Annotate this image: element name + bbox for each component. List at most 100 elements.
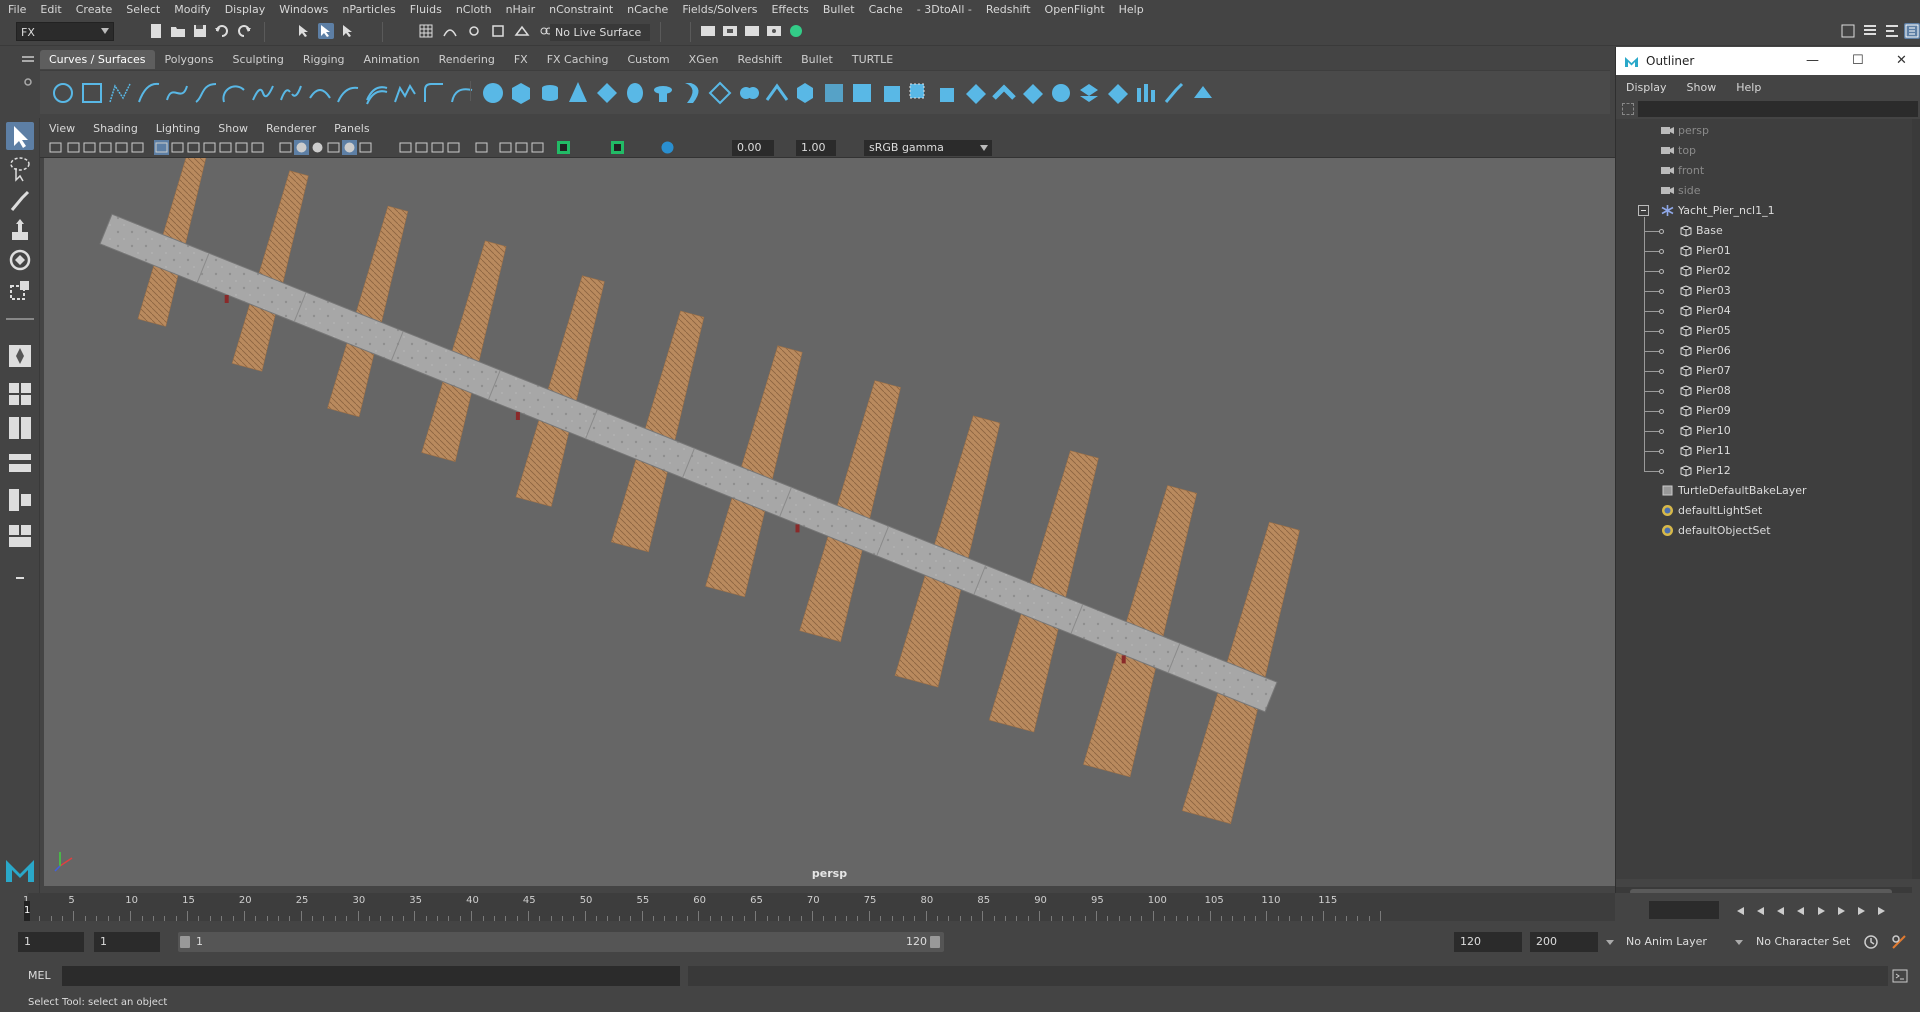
menu-item[interactable]: OpenFlight <box>1038 3 1112 16</box>
viewport-menu-item[interactable]: Shading <box>84 122 147 135</box>
scale-tool-icon[interactable] <box>6 276 34 304</box>
shelf-tab[interactable]: XGen <box>679 50 728 69</box>
outliner-item[interactable]: Pier04 <box>1616 301 1912 321</box>
nurbs-square-icon[interactable] <box>79 80 105 106</box>
outliner-item[interactable]: side <box>1616 181 1912 201</box>
nurbs-cube-icon[interactable] <box>508 80 534 106</box>
shelf-tab[interactable]: Sculpting <box>223 50 293 69</box>
minimize-icon[interactable]: — <box>1806 53 1819 68</box>
new-scene-icon[interactable] <box>148 23 164 39</box>
shelf-tab[interactable]: Custom <box>618 50 679 69</box>
textured-icon[interactable] <box>326 140 341 155</box>
offset-curve-icon[interactable] <box>364 80 390 106</box>
chevron-down-icon[interactable] <box>1735 940 1743 945</box>
menu-item[interactable]: Cache <box>862 3 910 16</box>
outliner-menu-item[interactable]: Help <box>1726 81 1771 94</box>
gamma-field[interactable]: 1.00 <box>796 140 836 156</box>
viewport-menu-item[interactable]: Renderer <box>257 122 325 135</box>
project-curve-icon[interactable] <box>878 80 904 106</box>
planar-icon[interactable] <box>707 80 733 106</box>
open-scene-icon[interactable] <box>170 23 186 39</box>
detach-curves-icon[interactable] <box>278 80 304 106</box>
color-management-icon[interactable] <box>660 140 675 155</box>
menu-item[interactable]: Fields/Solvers <box>675 3 764 16</box>
modeling-toolkit-icon[interactable] <box>1840 23 1856 39</box>
attribute-editor-icon[interactable] <box>1862 23 1878 39</box>
screen-space-ao-icon[interactable] <box>398 140 413 155</box>
paint-select-icon[interactable] <box>6 186 34 214</box>
intersect-icon[interactable] <box>906 80 932 106</box>
exposure-toggle-icon[interactable] <box>556 140 571 155</box>
anim-layer-dropdown[interactable]: No Anim Layer <box>1620 932 1738 952</box>
nurbs-circle-icon[interactable] <box>50 80 76 106</box>
shelf-tab[interactable]: Bullet <box>792 50 842 69</box>
cleat-marker[interactable] <box>224 295 229 303</box>
insert-isoparm-icon[interactable] <box>1020 80 1046 106</box>
cv-curve-icon[interactable] <box>107 80 133 106</box>
fillet-curve-icon[interactable] <box>421 80 447 106</box>
outliner-item[interactable]: Pier11 <box>1616 441 1912 461</box>
outliner-item[interactable]: Pier09 <box>1616 401 1912 421</box>
extend-curve-icon[interactable] <box>335 80 361 106</box>
script-editor-icon[interactable] <box>1892 968 1908 984</box>
menu-item[interactable]: Effects <box>764 3 815 16</box>
ep-curve-icon[interactable] <box>136 80 162 106</box>
command-language-label[interactable]: MEL <box>28 969 51 982</box>
move-tool-icon[interactable] <box>6 216 34 244</box>
outliner-vertical-scrollbar[interactable] <box>1912 119 1920 879</box>
snap-grid-icon[interactable] <box>418 23 434 39</box>
preferences-icon[interactable] <box>1890 933 1908 951</box>
cleat-marker[interactable] <box>515 412 520 420</box>
shelf-tab[interactable]: Rendering <box>429 50 504 69</box>
outliner-item[interactable]: defaultObjectSet <box>1616 521 1912 541</box>
menu-item[interactable]: Modify <box>167 3 217 16</box>
menu-item[interactable]: Redshift <box>979 3 1038 16</box>
gamma-toggle-icon[interactable] <box>610 140 625 155</box>
render-settings-icon[interactable] <box>766 23 782 39</box>
outliner-item[interactable]: Pier10 <box>1616 421 1912 441</box>
cleat-marker[interactable] <box>795 524 800 533</box>
live-surface-field[interactable]: No Live Surface <box>550 24 650 41</box>
step-back-key-icon[interactable] <box>1755 905 1767 917</box>
2d-pan-zoom-icon[interactable] <box>114 140 129 155</box>
range-start-handle[interactable] <box>180 936 190 948</box>
snap-surface-icon[interactable] <box>514 23 530 39</box>
render-frame-icon[interactable] <box>722 23 738 39</box>
nurbs-cone-icon[interactable] <box>565 80 591 106</box>
snap-point-icon[interactable] <box>466 23 482 39</box>
outliner-search-input[interactable] <box>1638 101 1918 117</box>
square-surface-icon[interactable] <box>849 80 875 106</box>
revolve-icon[interactable] <box>650 80 676 106</box>
menu-item[interactable]: nCache <box>620 3 675 16</box>
auto-key-icon[interactable] <box>1862 933 1880 951</box>
persp-outliner-layout-icon[interactable] <box>6 448 34 476</box>
channel-box-icon[interactable] <box>1904 23 1920 39</box>
shelf-tab[interactable]: Curves / Surfaces <box>40 50 155 69</box>
play-forward-icon[interactable] <box>1815 905 1827 917</box>
time-slider-track[interactable]: 1510152025303540455055606570758085909510… <box>23 893 1615 921</box>
select-tool-icon[interactable] <box>6 122 34 150</box>
image-plane-icon[interactable] <box>98 140 113 155</box>
shelf-tab[interactable]: Redshift <box>728 50 792 69</box>
shelf-tab[interactable]: TURTLE <box>842 50 903 69</box>
outliner-menu-item[interactable]: Display <box>1616 81 1677 94</box>
depth-of-field-icon[interactable] <box>446 140 461 155</box>
undo-icon[interactable] <box>214 23 230 39</box>
menu-item[interactable]: - 3DtoAll - <box>910 3 979 16</box>
command-input[interactable] <box>62 966 680 986</box>
tool-settings-icon[interactable] <box>1884 23 1900 39</box>
start-time-field[interactable]: 1 <box>18 932 84 952</box>
select-hierarchy-icon[interactable] <box>296 23 312 39</box>
menu-item[interactable]: Fluids <box>403 3 449 16</box>
current-time-indicator[interactable]: 1 <box>24 901 30 921</box>
attach-surfaces-icon[interactable] <box>1048 80 1074 106</box>
bend-curves-icon[interactable] <box>449 80 475 106</box>
motion-blur-icon[interactable] <box>414 140 429 155</box>
end-time-field[interactable]: 200 <box>1530 932 1598 952</box>
menu-item[interactable]: nHair <box>499 3 543 16</box>
range-end-handle[interactable] <box>930 936 940 948</box>
shelf-tab[interactable]: FX <box>504 50 537 69</box>
extrude-icon[interactable] <box>736 80 762 106</box>
menu-item[interactable]: Select <box>119 3 167 16</box>
bookmark-icon[interactable] <box>82 140 97 155</box>
